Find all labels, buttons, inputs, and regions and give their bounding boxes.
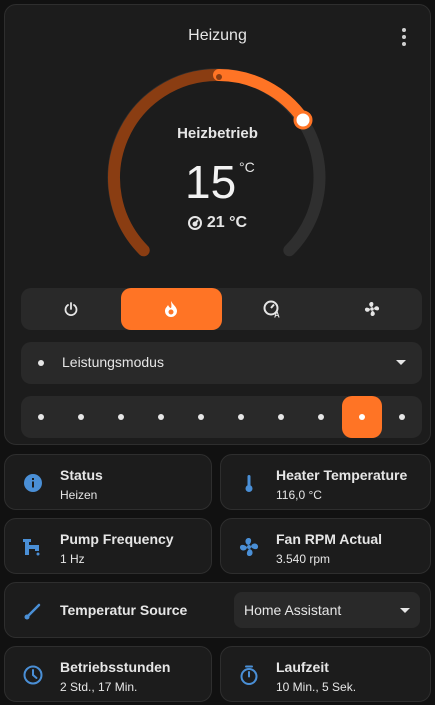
pump-frequency-tile[interactable]: Pump Frequency 1 Hz <box>4 518 212 574</box>
temperature-source-value: Home Assistant <box>244 602 342 618</box>
runtime-tile[interactable]: Laufzeit 10 Min., 5 Sek. <box>220 646 431 702</box>
pump-frequency-value: 1 Hz <box>60 552 85 566</box>
fan-rpm-name: Fan RPM Actual <box>276 531 383 547</box>
level-3-button[interactable] <box>101 396 141 438</box>
level-9-button[interactable] <box>342 396 382 438</box>
power-level-bar <box>21 396 422 438</box>
level-6-button[interactable] <box>221 396 261 438</box>
fan-rpm-value: 3.540 rpm <box>276 552 331 566</box>
heater-temperature-value: 116,0 °C <box>276 488 322 502</box>
svg-text:A: A <box>274 311 280 319</box>
level-7-button[interactable] <box>261 396 301 438</box>
timer-icon <box>240 665 258 685</box>
temperature-source-select[interactable]: Home Assistant <box>234 592 420 628</box>
mode-heat-button[interactable] <box>121 288 222 330</box>
fan-icon <box>239 537 259 557</box>
power-icon <box>64 302 78 316</box>
auto-mode-icon: A <box>263 300 280 319</box>
mode-fan-button[interactable] <box>322 288 422 330</box>
current-marker <box>216 74 222 80</box>
mode-auto-button[interactable]: A <box>222 288 322 330</box>
operating-hours-value: 2 Std., 17 Min. <box>60 680 138 694</box>
climate-card: Heizung Heizbetrieb 15 °C 21 °C A Leistu… <box>4 4 431 445</box>
runtime-value: 10 Min., 5 Sek. <box>276 680 357 694</box>
hvac-action-label: Heizbetrieb <box>177 125 258 142</box>
fan-rpm-tile[interactable]: Fan RPM Actual 3.540 rpm <box>220 518 431 574</box>
preset-select[interactable]: Leistungsmodus <box>21 342 422 384</box>
temperature-source-name: Temperatur Source <box>60 602 188 618</box>
thermometer-icon <box>245 475 253 492</box>
thermometer-gauge-icon <box>187 216 202 230</box>
current-temperature: 21 °C <box>206 214 248 231</box>
level-4-button[interactable] <box>141 396 181 438</box>
hvac-mode-bar: A <box>21 288 422 330</box>
pump-icon <box>23 539 40 556</box>
chevron-down-icon <box>396 360 406 365</box>
dial-target-arc <box>213 69 309 125</box>
heater-temperature-name: Heater Temperature <box>276 467 408 483</box>
info-icon <box>24 474 42 492</box>
target-temperature-unit: °C <box>239 159 255 175</box>
level-1-button[interactable] <box>21 396 61 438</box>
card-title: Heizung <box>188 27 247 44</box>
fan-icon <box>364 301 379 317</box>
pump-frequency-name: Pump Frequency <box>60 531 174 547</box>
clock-icon <box>23 665 43 685</box>
mode-off-button[interactable] <box>21 288 121 330</box>
pen-icon <box>24 603 41 620</box>
status-name: Status <box>60 467 103 483</box>
status-tile[interactable]: Status Heizen <box>4 454 212 510</box>
target-temperature: 15 <box>185 156 237 208</box>
level-8-button[interactable] <box>301 396 341 438</box>
operating-hours-name: Betriebsstunden <box>60 659 171 675</box>
temperature-source-tile: Temperatur Source Home Assistant <box>4 582 431 638</box>
current-temperature-row: 21 °C <box>5 214 430 232</box>
operating-hours-tile[interactable]: Betriebsstunden 2 Std., 17 Min. <box>4 646 212 702</box>
more-menu-icon[interactable] <box>392 25 416 49</box>
runtime-name: Laufzeit <box>276 659 329 675</box>
preset-bullet-icon <box>38 360 44 366</box>
status-value: Heizen <box>60 488 98 502</box>
level-5-button[interactable] <box>181 396 221 438</box>
level-10-button[interactable] <box>382 396 422 438</box>
preset-select-label: Leistungsmodus <box>62 354 164 370</box>
heater-temperature-tile[interactable]: Heater Temperature 116,0 °C <box>220 454 431 510</box>
level-2-button[interactable] <box>61 396 101 438</box>
chevron-down-icon <box>400 608 410 613</box>
fire-icon <box>165 301 178 317</box>
